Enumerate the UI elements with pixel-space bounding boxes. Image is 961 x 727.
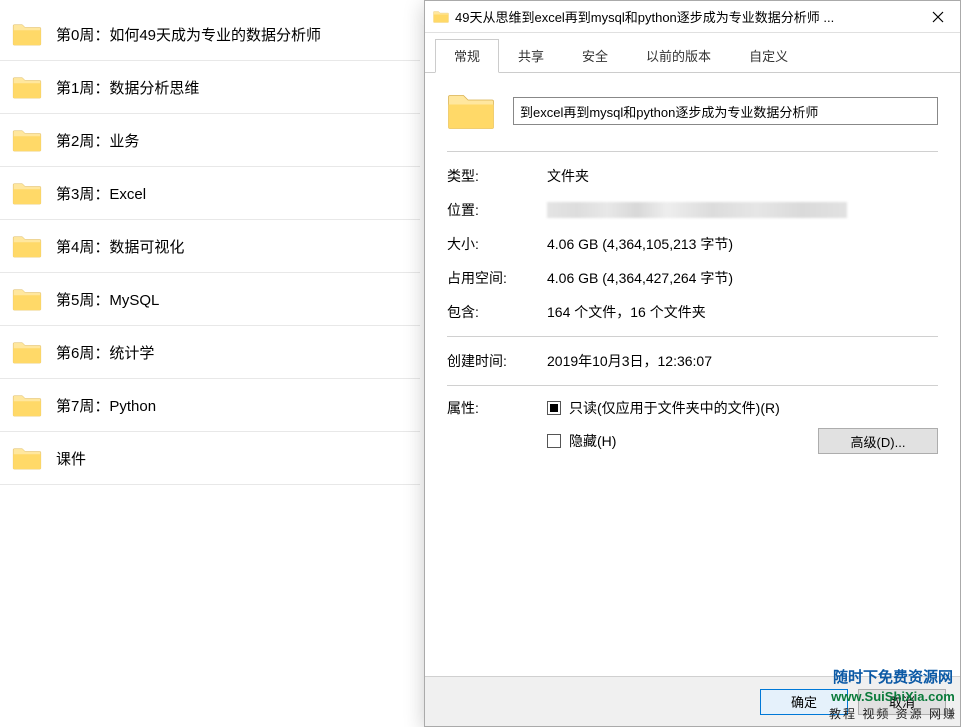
size-on-disk-label: 占用空间: [447, 268, 547, 288]
file-name: 第6周：统计学 [56, 342, 154, 363]
contains-value: 164 个文件，16 个文件夹 [547, 302, 706, 322]
folder-name-input[interactable] [513, 97, 938, 125]
created-value: 2019年10月3日，12:36:07 [547, 351, 712, 371]
folder-icon [12, 340, 42, 364]
created-label: 创建时间: [447, 351, 547, 371]
tab-general[interactable]: 常规 [435, 39, 499, 73]
list-item[interactable]: 第6周：统计学 [0, 326, 420, 379]
list-item[interactable]: 第7周：Python [0, 379, 420, 432]
file-list: 第0周：如何49天成为专业的数据分析师 第1周：数据分析思维 第2周：业务 第3… [0, 0, 420, 485]
contains-label: 包含: [447, 302, 547, 322]
size-label: 大小: [447, 234, 547, 254]
tab-previous-versions[interactable]: 以前的版本 [627, 39, 730, 72]
window-title: 49天从思维到excel再到mysql和python逐步成为专业数据分析师 ..… [455, 7, 918, 26]
separator [447, 336, 938, 337]
hidden-label: 隐藏(H) [569, 431, 616, 451]
separator [447, 151, 938, 152]
list-item[interactable]: 第1周：数据分析思维 [0, 61, 420, 114]
folder-icon [12, 181, 42, 205]
readonly-label: 只读(仅应用于文件夹中的文件)(R) [569, 398, 780, 418]
type-label: 类型: [447, 166, 547, 186]
folder-icon [12, 128, 42, 152]
folder-icon [12, 75, 42, 99]
tab-bar: 常规 共享 安全 以前的版本 自定义 [425, 33, 960, 73]
folder-icon [12, 234, 42, 258]
dialog-footer: 确定 取消 [425, 676, 960, 726]
tab-sharing[interactable]: 共享 [499, 39, 563, 72]
list-item[interactable]: 第4周：数据可视化 [0, 220, 420, 273]
file-name: 第7周：Python [56, 395, 156, 416]
list-item[interactable]: 第3周：Excel [0, 167, 420, 220]
type-value: 文件夹 [547, 166, 589, 186]
close-button[interactable] [918, 2, 958, 32]
close-icon [932, 11, 944, 23]
folder-icon [12, 287, 42, 311]
attributes-label: 属性: [447, 398, 547, 418]
properties-dialog: 49天从思维到excel再到mysql和python逐步成为专业数据分析师 ..… [424, 0, 961, 727]
readonly-checkbox[interactable] [547, 401, 561, 415]
file-name: 第1周：数据分析思维 [56, 77, 199, 98]
list-item[interactable]: 课件 [0, 432, 420, 485]
folder-icon [12, 22, 42, 46]
location-value-redacted [547, 202, 847, 218]
list-item[interactable]: 第0周：如何49天成为专业的数据分析师 [0, 8, 420, 61]
file-name: 第3周：Excel [56, 183, 146, 204]
cancel-button[interactable]: 取消 [858, 689, 946, 715]
size-value: 4.06 GB (4,364,105,213 字节) [547, 234, 733, 254]
tab-security[interactable]: 安全 [563, 39, 627, 72]
list-item[interactable]: 第2周：业务 [0, 114, 420, 167]
list-item[interactable]: 第5周：MySQL [0, 273, 420, 326]
file-name: 第0周：如何49天成为专业的数据分析师 [56, 24, 321, 45]
folder-icon [447, 91, 495, 131]
separator [447, 385, 938, 386]
file-name: 课件 [56, 448, 86, 469]
hidden-checkbox[interactable] [547, 434, 561, 448]
ok-button[interactable]: 确定 [760, 689, 848, 715]
folder-icon [433, 10, 449, 24]
location-label: 位置: [447, 200, 547, 220]
file-name: 第4周：数据可视化 [56, 236, 184, 257]
advanced-button[interactable]: 高级(D)... [818, 428, 938, 454]
file-name: 第2周：业务 [56, 130, 139, 151]
tab-customize[interactable]: 自定义 [730, 39, 807, 72]
file-name: 第5周：MySQL [56, 289, 159, 310]
folder-icon [12, 393, 42, 417]
titlebar[interactable]: 49天从思维到excel再到mysql和python逐步成为专业数据分析师 ..… [425, 1, 960, 33]
folder-icon [12, 446, 42, 470]
dialog-body: 类型: 文件夹 位置: 大小: 4.06 GB (4,364,105,213 字… [425, 73, 960, 676]
size-on-disk-value: 4.06 GB (4,364,427,264 字节) [547, 268, 733, 288]
